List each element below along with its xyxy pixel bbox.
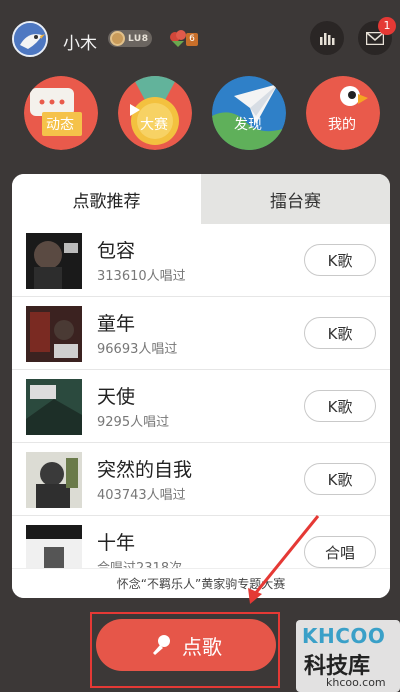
album-cover — [26, 233, 82, 289]
avatar[interactable] — [12, 21, 48, 57]
tab-arena[interactable]: 擂台赛 — [201, 174, 390, 224]
nav-label-discover: 发现 — [234, 117, 262, 133]
song-row[interactable]: 突然的自我 403743人唱过 K歌 — [12, 443, 390, 516]
nav-mine[interactable]: 我的 — [306, 76, 380, 150]
username[interactable]: 小木 — [63, 29, 97, 54]
chat-bubble-icon — [24, 76, 98, 150]
paper-plane-icon — [212, 76, 286, 150]
song-title: 包容 — [97, 240, 136, 262]
nav-discover[interactable]: 发现 — [212, 76, 286, 150]
medal-icon — [118, 76, 192, 150]
nav-contest[interactable]: 大赛 — [118, 76, 192, 150]
watermark-logo: KHCOO — [302, 624, 386, 648]
song-title: 十年 — [97, 532, 136, 554]
song-title: 突然的自我 — [97, 459, 193, 481]
song-row[interactable]: 包容 313610人唱过 K歌 — [12, 224, 390, 297]
karaoke-button[interactable]: K歌 — [304, 317, 376, 349]
contest-banner[interactable]: 怀念“不羁乐人”黄家驹专题大赛 — [12, 568, 390, 598]
coin-icon — [110, 31, 125, 46]
song-row[interactable]: 童年 96693人唱过 K歌 — [12, 297, 390, 370]
song-title: 天使 — [97, 386, 136, 408]
song-sing-count: 403743人唱过 — [97, 488, 186, 503]
gift-count: 6 — [186, 33, 198, 46]
chorus-button[interactable]: 合唱 — [304, 536, 376, 568]
tab-recommended[interactable]: 点歌推荐 — [12, 174, 201, 224]
nav-label-mine: 我的 — [328, 117, 356, 133]
song-sing-count: 313610人唱过 — [97, 269, 186, 284]
bar-chart-icon — [320, 33, 335, 45]
karaoke-button[interactable]: K歌 — [304, 463, 376, 495]
song-card: 点歌推荐 擂台赛 包容 313610人唱过 K歌 童年 96693人唱过 K歌 … — [12, 174, 390, 598]
song-sing-count: 96693人唱过 — [97, 342, 178, 357]
notification-count: 1 — [378, 17, 396, 35]
watermark: KHCOO 科技库 khcoo.com — [296, 620, 400, 692]
album-cover — [26, 452, 82, 508]
song-title: 童年 — [97, 313, 136, 335]
song-row[interactable]: 天使 9295人唱过 K歌 — [12, 370, 390, 443]
nav-label-feed: 动态 — [46, 117, 74, 133]
parrot-icon — [306, 76, 380, 150]
karaoke-button[interactable]: K歌 — [304, 244, 376, 276]
nav-feed[interactable]: 动态 — [24, 76, 98, 150]
microphone-icon — [153, 635, 170, 655]
request-song-label: 点歌 — [182, 634, 222, 659]
ranking-button[interactable] — [310, 21, 344, 55]
gift-badge: 6 — [168, 29, 198, 49]
header: 小木 LU8 6 1 — [0, 0, 400, 78]
album-cover — [26, 379, 82, 435]
album-cover — [26, 306, 82, 362]
karaoke-button[interactable]: K歌 — [304, 390, 376, 422]
watermark-url: khcoo.com — [326, 676, 386, 689]
nav-label-contest: 大赛 — [140, 117, 168, 133]
request-song-button[interactable]: 点歌 — [96, 619, 276, 671]
message-button[interactable]: 1 — [358, 17, 396, 55]
level-text: LU8 — [128, 33, 149, 44]
tab-bar: 点歌推荐 擂台赛 — [12, 174, 390, 224]
level-badge: LU8 — [108, 30, 152, 47]
song-sing-count: 9295人唱过 — [97, 415, 170, 430]
